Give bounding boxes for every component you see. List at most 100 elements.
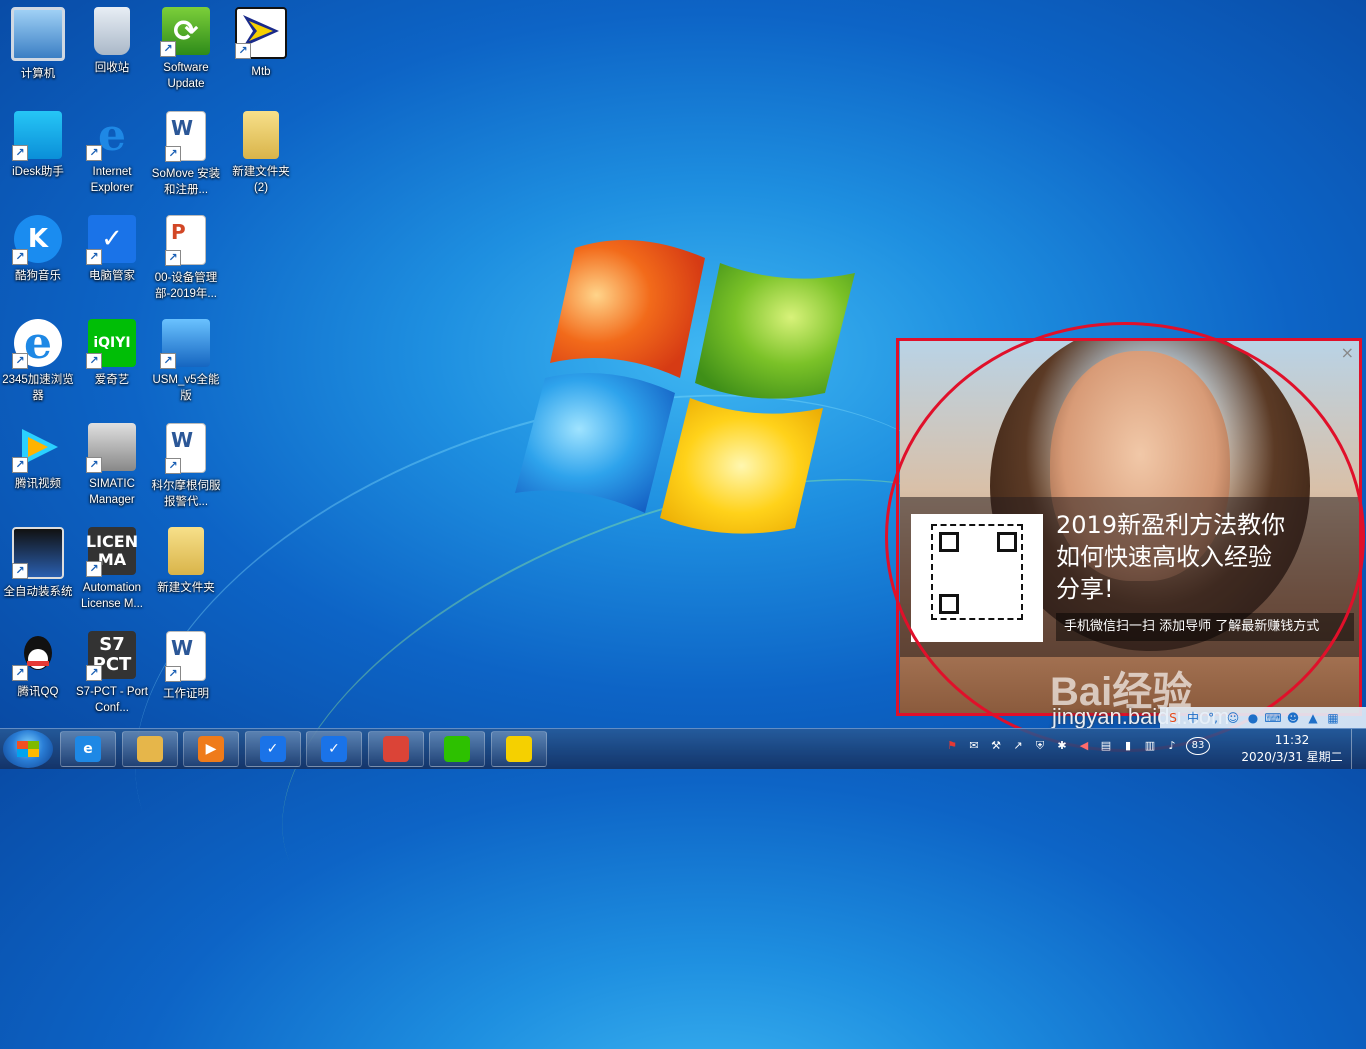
desktop-icon-label: 酷狗音乐 <box>15 270 61 282</box>
desktop-icon-label: 回收站 <box>94 62 130 74</box>
desktop-icon-label: SoMove 安装和注册... <box>151 168 221 196</box>
taskbar-button-media-player[interactable]: ▶ <box>183 731 239 767</box>
desktop-icon[interactable]: S7 PCT ↗ S7-PCT - Port Conf... <box>75 631 149 716</box>
desktop-icon[interactable]: ↗ 腾讯视频 <box>1 423 75 492</box>
pc-manager-icon: ✓ ↗ <box>86 215 136 265</box>
taskbar-button-pc-manager-1[interactable]: ✓ <box>244 731 301 767</box>
desktop-icon[interactable]: iQIYI ↗ 爱奇艺 <box>75 319 149 388</box>
desktop-icon[interactable]: LICEN MA ↗ Automation License M... <box>75 527 149 612</box>
word-document-icon: W ↗ <box>165 423 206 474</box>
shortcut-arrow-icon: ↗ <box>160 353 176 369</box>
taskbar-button-chrome[interactable] <box>367 731 424 767</box>
clock-date: 2020/3/31 星期二 <box>1241 750 1343 764</box>
clock-time: 11:32 <box>1274 733 1310 747</box>
mtb-icon <box>505 736 532 762</box>
desktop-icon[interactable]: W ↗ 工作证明 <box>149 631 223 702</box>
shortcut-arrow-icon: ↗ <box>12 665 28 681</box>
shortcut-arrow-icon: ↗ <box>235 43 251 59</box>
taskbar-button-internet-explorer[interactable]: e <box>60 731 116 767</box>
ime-menu-icon[interactable]: ▦ <box>1324 710 1342 726</box>
kugou-music-icon: K ↗ <box>12 215 62 265</box>
tray-speaker-icon[interactable]: ◀ <box>1076 738 1092 754</box>
tray-flag-icon[interactable]: ⚑ <box>944 738 960 754</box>
desktop-icon[interactable]: K ↗ 酷狗音乐 <box>1 215 75 284</box>
desktop-icon[interactable]: ↗ 全自动装系统 <box>1 527 75 600</box>
ime-chinese-icon[interactable]: 中 <box>1184 710 1202 726</box>
ime-emoji-icon[interactable]: ☺ <box>1224 710 1242 726</box>
desktop-icon[interactable]: e ↗ 2345加速浏览器 <box>1 318 75 404</box>
desktop-icon[interactable]: ↗ SIMATIC Manager <box>75 423 149 508</box>
tray-network-icon[interactable]: ▥ <box>1142 738 1158 754</box>
shortcut-arrow-icon: ↗ <box>12 563 28 579</box>
desktop-icon-label: 电脑管家 <box>89 270 135 282</box>
ime-logo-icon[interactable]: S <box>1164 710 1182 726</box>
ime-punctuation-icon[interactable]: °, <box>1204 710 1222 726</box>
tray-tool-icon[interactable]: ⚒ <box>988 738 1004 754</box>
taskbar-button-pc-manager-2[interactable]: ✓ <box>306 731 362 767</box>
shortcut-arrow-icon: ↗ <box>86 457 102 473</box>
desktop-icon[interactable]: ↗ Mtb <box>224 7 298 80</box>
shortcut-arrow-icon: ↗ <box>165 666 181 682</box>
taskbar-button-mtb[interactable] <box>490 731 547 767</box>
tray-chat-icon[interactable]: ✉ <box>966 738 982 754</box>
desktop-icon[interactable]: ✓ ↗ 电脑管家 <box>75 215 149 284</box>
desktop-icon[interactable]: 回收站 <box>75 7 149 76</box>
desktop-icon[interactable]: 计算机 <box>1 7 75 82</box>
desktop-icon[interactable]: W ↗ 科尔摩根伺服报警代... <box>149 423 223 510</box>
desktop-icon-label: Mtb <box>251 66 271 78</box>
desktop-icon[interactable]: 新建文件夹 <box>149 527 223 596</box>
shortcut-arrow-icon: ↗ <box>86 665 102 681</box>
desktop-icon-label: 腾讯视频 <box>15 478 61 490</box>
desktop-icon-label: 爱奇艺 <box>94 374 130 386</box>
taskbar-button-file-explorer[interactable] <box>121 731 178 767</box>
ime-keyboard-icon[interactable]: ⌨ <box>1264 710 1282 726</box>
ime-skin-icon[interactable]: ▲ <box>1304 710 1322 726</box>
desktop-icon[interactable]: W ↗ SoMove 安装和注册... <box>149 111 223 198</box>
tray-battery-badge[interactable]: 83 <box>1186 737 1210 755</box>
tray-usb-icon[interactable]: ▮ <box>1120 738 1136 754</box>
software-update-icon: ⟳ ↗ <box>160 7 210 57</box>
desktop-icon[interactable]: 新建文件夹 (2) <box>224 111 298 196</box>
word-document-icon: W ↗ <box>165 111 206 162</box>
taskbar-button-wechat[interactable] <box>429 731 485 767</box>
close-icon[interactable]: × <box>1341 343 1354 362</box>
tray-shield-icon[interactable]: ⛨ <box>1032 738 1048 754</box>
desktop-icon[interactable]: ↗ iDesk助手 <box>1 111 75 180</box>
ime-toolbar[interactable]: S 中 °, ☺ ● ⌨ ☻ ▲ ▦ <box>1160 707 1366 729</box>
tray-arrow-icon[interactable]: ↗ <box>1010 738 1026 754</box>
tray-volume-icon[interactable]: ♪ <box>1164 738 1180 754</box>
tray-device-icon[interactable]: ▤ <box>1098 738 1114 754</box>
tray-bluetooth-icon[interactable]: ✱ <box>1054 738 1070 754</box>
popup-ad[interactable]: × 2019新盈利方法教你 如何快速高收入经验 分享! 手机微信扫一扫 添加导师… <box>900 341 1362 715</box>
computer-icon <box>11 7 65 61</box>
pc-manager-1-icon: ✓ <box>259 736 286 762</box>
show-desktop-button[interactable] <box>1351 729 1366 769</box>
desktop-icon[interactable]: ↗ USM_v5全能版 <box>149 319 223 404</box>
desktop-icon[interactable]: P ↗ 00-设备管理部-2019年... <box>149 215 223 302</box>
desktop-icon[interactable]: ↗ 腾讯QQ <box>1 631 75 700</box>
taskbar-clock[interactable]: 11:32 2020/3/31 星期二 <box>1236 732 1348 766</box>
ad-headline-line: 如何快速高收入经验 <box>1056 543 1272 571</box>
chrome-icon <box>382 736 409 762</box>
powerpoint-document-icon: P ↗ <box>165 215 206 266</box>
s7-pct-icon: S7 PCT ↗ <box>86 631 136 681</box>
shortcut-arrow-icon: ↗ <box>12 145 28 161</box>
desktop-icon[interactable]: e ↗ Internet Explorer <box>75 110 149 196</box>
simatic-manager-icon: ↗ <box>86 423 136 473</box>
folder-icon <box>168 527 204 575</box>
ad-headline-line: 分享! <box>1056 575 1114 603</box>
automation-license-icon: LICEN MA ↗ <box>86 527 138 577</box>
file-explorer-icon <box>136 736 163 762</box>
shortcut-arrow-icon: ↗ <box>12 353 28 369</box>
desktop-icon[interactable]: ⟳ ↗ Software Update <box>149 7 223 92</box>
desktop-icon-label: 工作证明 <box>163 688 209 700</box>
internet-explorer-icon: e <box>75 736 101 762</box>
ad-headline-line: 2019新盈利方法教你 <box>1056 511 1286 539</box>
ime-user-icon[interactable]: ☻ <box>1284 710 1302 726</box>
mtb-icon: ↗ <box>235 7 287 59</box>
start-button[interactable] <box>3 730 53 768</box>
shortcut-arrow-icon: ↗ <box>12 249 28 265</box>
shortcut-arrow-icon: ↗ <box>165 146 181 162</box>
ime-voice-icon[interactable]: ● <box>1244 710 1262 726</box>
usm-icon: ↗ <box>160 319 210 369</box>
